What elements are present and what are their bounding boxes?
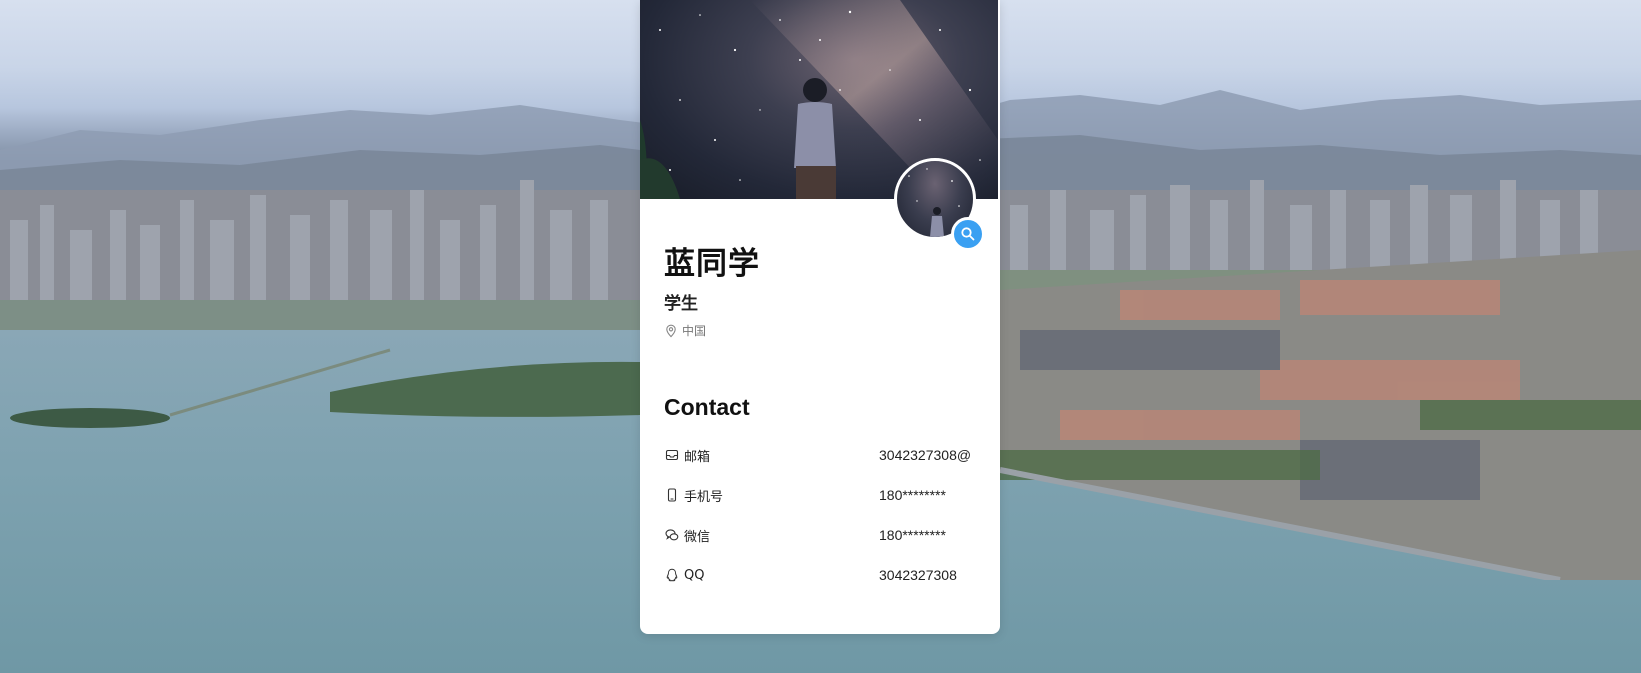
avatar-search-badge[interactable]: [951, 217, 985, 251]
qq-icon: [664, 567, 680, 583]
contact-value: 3042327308@: [879, 447, 972, 463]
profile-location: 中国: [664, 322, 706, 339]
contact-label: 手机号: [684, 489, 724, 505]
contact-value: 180********: [879, 527, 946, 543]
contact-row-qq[interactable]: QQ 3042327308: [664, 564, 976, 586]
mail-icon: [664, 447, 680, 463]
profile-card: 蓝同学 学生 中国 Contact 邮箱 3042327308@ 手机号 180…: [640, 0, 1000, 634]
phone-icon: [664, 487, 680, 503]
background-islands: [10, 348, 640, 428]
contact-row-wechat[interactable]: 微信 180********: [664, 524, 976, 546]
search-icon: [961, 227, 975, 241]
contact-row-email[interactable]: 邮箱 3042327308@: [664, 444, 976, 466]
contact-value: 3042327308: [879, 567, 957, 583]
contact-row-phone[interactable]: 手机号 180********: [664, 484, 976, 506]
contact-heading: Contact: [664, 394, 750, 420]
wechat-icon: [664, 527, 680, 543]
contact-value: 180********: [879, 487, 946, 503]
profile-title: 学生: [664, 294, 698, 314]
location-pin-icon: [666, 324, 676, 337]
contact-label: 微信: [684, 529, 711, 545]
profile-name: 蓝同学: [664, 246, 760, 282]
contact-label: 邮箱: [684, 449, 711, 465]
background-town: [1000, 250, 1641, 580]
contact-label: QQ: [684, 567, 705, 583]
location-text: 中国: [682, 324, 707, 338]
